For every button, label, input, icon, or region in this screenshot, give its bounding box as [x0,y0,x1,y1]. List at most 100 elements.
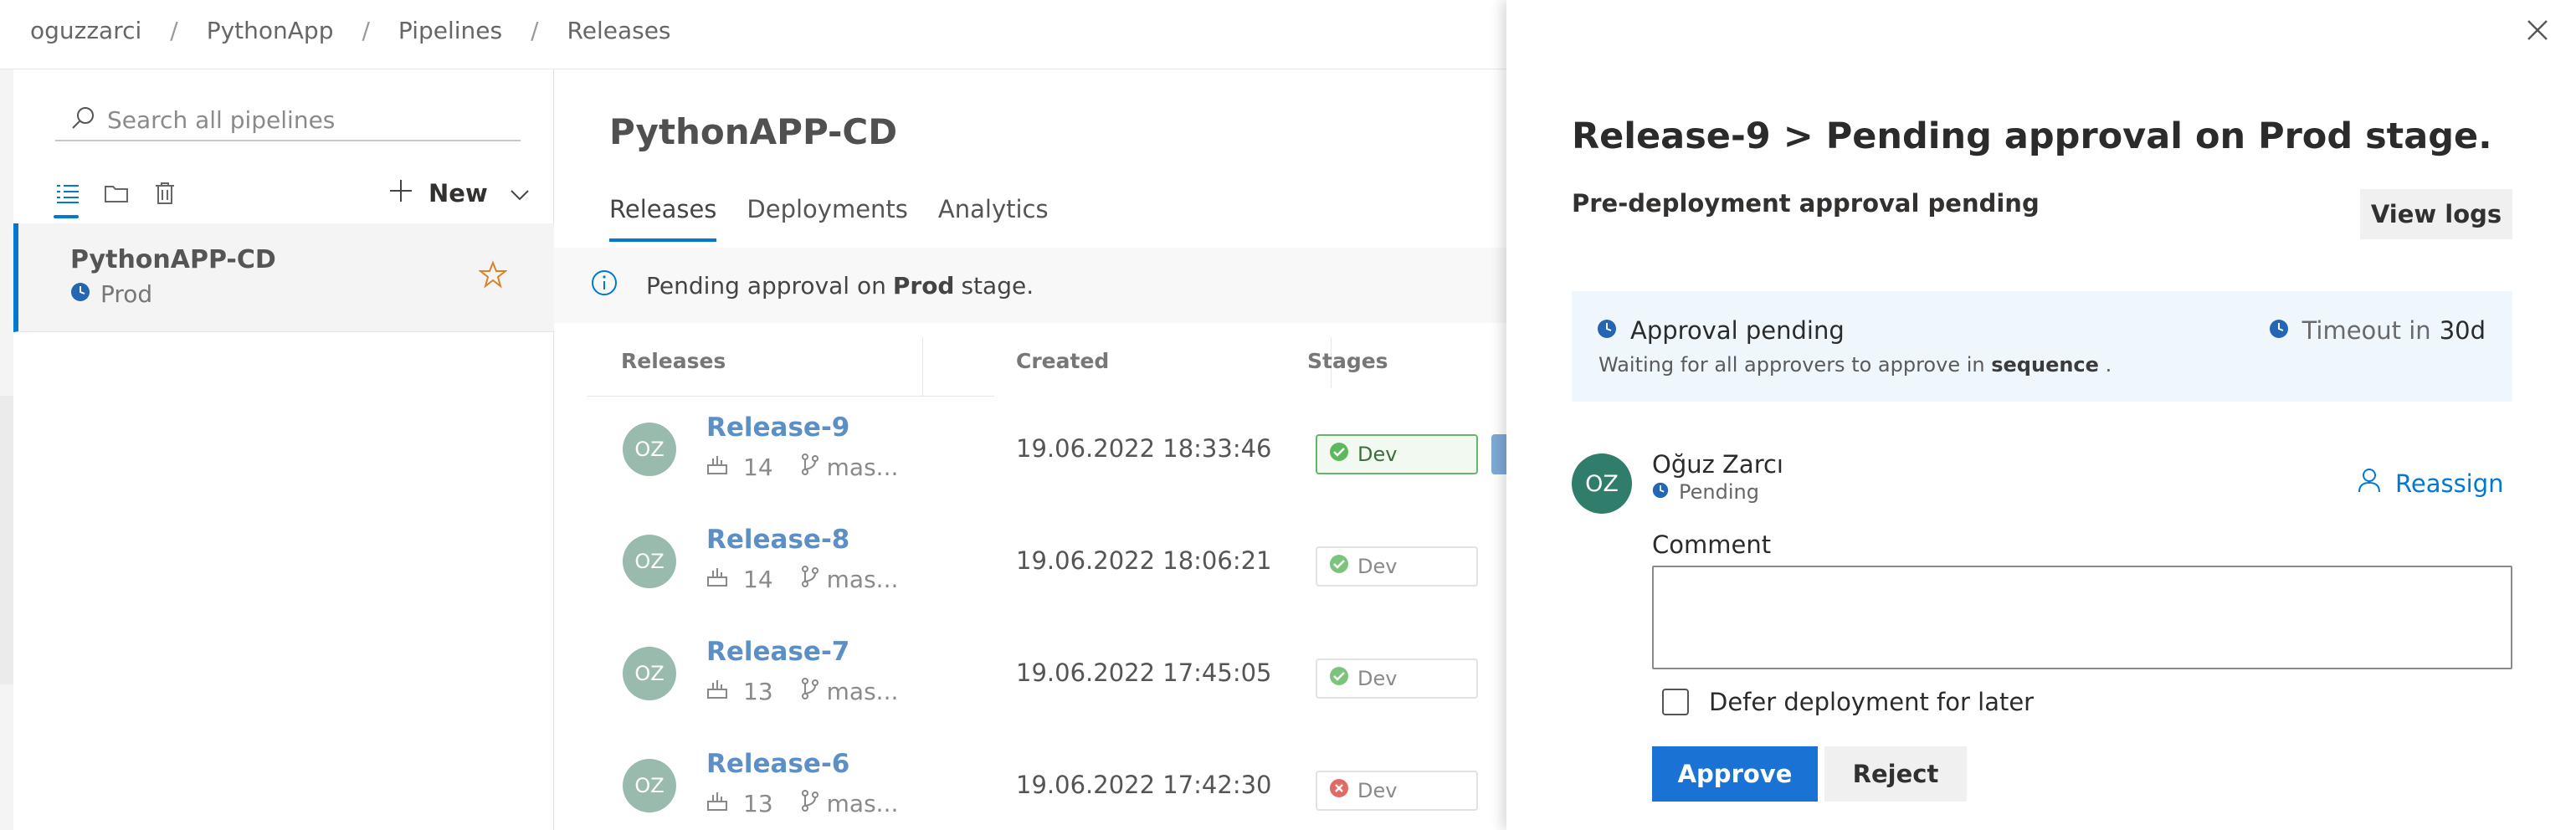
info-icon [591,269,618,302]
release-link[interactable]: Release-8 [706,525,849,555]
defer-deployment-checkbox[interactable]: Defer deployment for later [1662,688,2034,716]
approval-description: Waiting for all approvers to approve in … [1598,353,2112,377]
approver-name: Oğuz Zarcı [1652,450,1783,479]
branch-icon [800,789,820,818]
pipeline-list-item[interactable]: PythonAPP-CD Prod [13,223,554,332]
created-date: 19.06.2022 18:06:21 [1016,546,1272,575]
stage-chip[interactable]: Dev [1316,434,1478,474]
checkbox[interactable] [1662,689,1689,715]
plus-icon [388,178,413,209]
new-button-label: New [428,179,488,208]
stage-name: Dev [1357,667,1398,690]
avatar: OZ [623,759,676,812]
pipelines-sidebar: New PythonAPP-CD Prod [13,69,554,830]
column-header-releases: Releases [621,349,726,373]
column-header-stages: Stages [1307,349,1388,373]
clock-icon [70,280,90,308]
release-link[interactable]: Release-6 [706,749,849,779]
new-pipeline-button[interactable]: New [388,175,530,212]
reject-button[interactable]: Reject [1824,746,1967,802]
table-row[interactable]: OZ Release-6 13 mas... 19.06.2022 17:42:… [588,737,1506,830]
approve-button[interactable]: Approve [1652,746,1818,802]
avatar: OZ [623,535,676,588]
search-icon [55,105,95,134]
tab-analytics[interactable]: Analytics [938,187,1049,240]
tab-releases[interactable]: Releases [609,187,717,242]
release-meta: 13 mas... [706,789,898,818]
stage-chip[interactable]: Dev [1316,771,1478,811]
build-number: 13 [743,790,773,817]
release-link[interactable]: Release-7 [706,637,849,667]
breadcrumb-item-pipelines[interactable]: Pipelines [398,17,502,44]
table-row[interactable]: OZ Release-7 13 mas... 19.06.2022 17:45:… [588,625,1506,737]
breadcrumb-separator: / [531,16,539,44]
trash-icon[interactable] [151,177,179,210]
breadcrumb-item-releases[interactable]: Releases [567,17,671,44]
clock-icon [1652,480,1669,504]
branch-icon [800,677,820,706]
defer-label: Defer deployment for later [1709,688,2035,716]
folder-view-icon[interactable] [102,177,131,210]
approval-status-line: Approval pending [1597,316,1845,345]
success-check-icon [1329,442,1349,467]
reassign-button[interactable]: Reassign [2357,467,2504,500]
releases-table-header: Releases Created Stages [588,337,1506,397]
stage-chip[interactable]: Dev [1316,658,1478,699]
sidebar-toolbar: New [54,170,531,223]
panel-title: Release-9 > Pending approval on Prod sta… [1572,115,2492,157]
approver-status: Pending [1652,480,1759,504]
timeout-label: Timeout in [2301,316,2431,345]
clock-icon [2269,316,2289,345]
reassign-label: Reassign [2395,469,2504,498]
stage-name: Dev [1357,443,1398,466]
left-nav-shade [0,396,13,684]
release-link[interactable]: Release-9 [706,412,849,443]
comment-field[interactable] [1652,566,2512,669]
avatar: OZ [623,423,676,476]
created-date: 19.06.2022 17:45:05 [1016,658,1272,687]
header-underline [588,396,994,397]
list-view-icon[interactable] [54,177,82,218]
favorite-star-icon[interactable] [478,260,508,292]
person-icon [2357,467,2382,500]
timeout-value: 30d [2439,316,2486,345]
banner-text-prefix: Pending approval on [646,271,886,300]
stage-chip[interactable]: Dev [1316,546,1478,587]
approval-timeout: Timeout in 30d [2269,316,2486,345]
table-row[interactable]: OZ Release-8 14 mas... 19.06.2022 18:06:… [588,513,1506,625]
breadcrumb-separator: / [170,16,178,44]
build-number: 13 [743,678,773,705]
avatar: OZ [623,647,676,700]
approval-mode: sequence [1991,353,2099,377]
branch-icon [800,565,820,594]
column-divider [922,337,923,396]
close-icon[interactable] [2521,13,2554,47]
search-input[interactable] [107,105,492,134]
breadcrumb-item-project[interactable]: PythonApp [207,17,334,44]
panel-subtitle: Pre-deployment approval pending [1572,189,2040,218]
failed-x-icon [1329,778,1349,803]
tab-bar: Releases Deployments Analytics [609,187,1079,242]
info-banner: Pending approval on Prod stage. [554,248,1506,323]
chevron-down-icon [510,179,530,208]
build-icon [706,566,728,593]
view-logs-button[interactable]: View logs [2360,189,2512,239]
table-row[interactable]: OZ Release-9 14 mas... 19.06.2022 18:33:… [588,401,1506,513]
main-content: PythonAPP-CD Releases Deployments Analyt… [554,69,1506,830]
release-meta: 13 mas... [706,677,898,706]
tab-deployments[interactable]: Deployments [747,187,908,240]
branch-name: mas... [826,678,899,705]
column-header-created: Created [1016,349,1110,373]
approval-panel: Release-9 > Pending approval on Prod sta… [1506,0,2576,830]
branch-name: mas... [826,453,899,481]
build-icon [706,453,728,481]
pipeline-stage: Prod [70,280,152,308]
build-icon [706,678,728,705]
breadcrumb-item-org[interactable]: oguzzarci [30,17,141,44]
banner-text-suffix: stage. [961,271,1034,300]
approval-status: Approval pending [1630,316,1845,345]
build-number: 14 [743,453,773,481]
comment-label: Comment [1652,530,1772,559]
approval-description-suffix: . [2105,353,2112,377]
stage-chip-prod-peek[interactable] [1491,434,1506,474]
